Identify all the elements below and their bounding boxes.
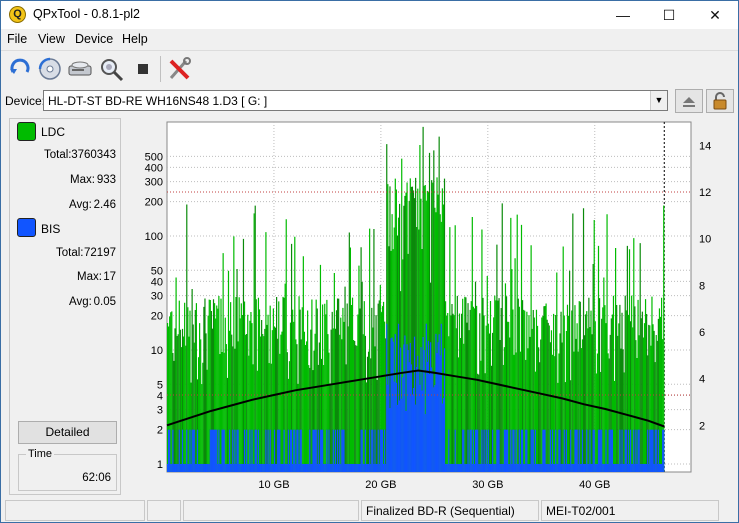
drive-icon[interactable] [66, 55, 94, 83]
ldc-total-label: Total: [44, 149, 72, 161]
y-left-tick-label: 400 [145, 162, 163, 174]
bis-avg-label: Avg: [69, 296, 92, 308]
media-id-status: MEI-T02/001 [541, 500, 719, 521]
ldc-max-label: Max: [70, 174, 95, 186]
y-left-tick-label: 200 [145, 197, 163, 209]
close-button[interactable]: ✕ [692, 1, 738, 29]
status-cell-3 [183, 500, 359, 521]
y-left-tick-label: 300 [145, 177, 163, 189]
time-value: 62:06 [82, 472, 111, 484]
legend-panel: LDC Total: 3760343 Max: 933 Avg: 2.46 BI… [9, 118, 121, 495]
y-left-tick-label: 40 [151, 276, 163, 288]
ldc-bis-chart: 123451020304050100200300400500 246810121… [145, 121, 711, 491]
y-right-tick-label: 6 [699, 327, 705, 339]
bis-label: BIS [41, 222, 61, 236]
disc-type-status: Finalized BD-R (Sequential) [361, 500, 539, 521]
y-left-tick-label: 50 [151, 265, 163, 277]
lock-icon [713, 92, 727, 110]
status-cell-1 [5, 500, 145, 521]
device-select[interactable]: HL-DT-ST BD-RE WH16NS48 1.D3 [ G: ] ▼ [43, 90, 668, 111]
y-left-tick-label: 1 [157, 459, 163, 471]
menu-view[interactable]: View [38, 32, 65, 46]
y-right-tick-label: 10 [699, 234, 711, 246]
y-left-tick-label: 500 [145, 151, 163, 163]
time-group: Time 62:06 [18, 448, 117, 491]
device-selected-value: HL-DT-ST BD-RE WH16NS48 1.D3 [ G: ] [48, 94, 268, 108]
y-right-tick-label: 12 [699, 187, 711, 199]
y-right-tick-label: 8 [699, 280, 705, 292]
y-left-tick-label: 3 [157, 405, 163, 417]
y-right-tick-label: 2 [699, 420, 705, 432]
bis-total-label: Total: [56, 247, 84, 259]
title-bar[interactable]: Q QPxTool - 0.8.1-pl2 — ☐ ✕ [1, 1, 738, 29]
app-window: Q QPxTool - 0.8.1-pl2 — ☐ ✕ File View De… [0, 0, 739, 523]
ldc-total: 3760343 [71, 149, 116, 161]
eject-button[interactable] [675, 89, 703, 113]
y-left-tick-label: 10 [151, 345, 163, 357]
menu-device[interactable]: Device [75, 32, 113, 46]
y-left-tick-label: 4 [157, 390, 163, 402]
ldc-label: LDC [41, 125, 66, 139]
y-left-tick-label: 30 [151, 291, 163, 303]
window-title: QPxTool - 0.8.1-pl2 [33, 7, 140, 21]
maximize-button[interactable]: ☐ [646, 1, 692, 29]
x-tick-label: 40 GB [579, 479, 610, 491]
refresh-icon[interactable] [6, 55, 34, 83]
x-tick-label: 20 GB [365, 479, 396, 491]
y-left-tick-label: 20 [151, 311, 163, 323]
bis-max: 17 [103, 271, 116, 283]
lock-button[interactable] [706, 89, 734, 113]
qpxtool-app-icon: Q [9, 6, 26, 23]
disc-scan-icon[interactable] [36, 55, 64, 83]
time-label: Time [26, 448, 55, 460]
bis-avg: 0.05 [93, 296, 116, 308]
menu-file[interactable]: File [7, 32, 27, 46]
device-row: Device: HL-DT-ST BD-RE WH16NS48 1.D3 [ G… [1, 89, 738, 113]
menu-bar: File View Device Help [1, 29, 738, 51]
chart-area: 1 2 3 4 5 10 20 30 40 50 100 200 300 400 500 2 4 6 8 10 12 1… [133, 118, 726, 495]
menu-help[interactable]: Help [122, 32, 148, 46]
ldc-color-swatch[interactable] [17, 122, 36, 141]
ldc-avg: 2.46 [93, 199, 116, 211]
bis-total: 72197 [84, 247, 116, 259]
bis-max-label: Max: [77, 271, 102, 283]
device-label: Device: [5, 94, 46, 108]
bis-color-swatch[interactable] [17, 218, 36, 237]
tools-icon[interactable] [166, 55, 194, 83]
toolbar [1, 52, 738, 86]
minimize-button[interactable]: — [600, 1, 646, 29]
eject-icon [683, 97, 695, 107]
x-tick-label: 10 GB [258, 479, 289, 491]
status-bar: Finalized BD-R (Sequential) MEI-T02/001 [1, 499, 738, 522]
status-cell-2 [147, 500, 181, 521]
y-left-tick-label: 5 [157, 379, 163, 391]
detailed-button[interactable]: Detailed [18, 421, 117, 444]
toolbar-separator [160, 56, 161, 82]
y-left-tick-label: 2 [157, 425, 163, 437]
chevron-down-icon[interactable]: ▼ [650, 91, 667, 110]
ldc-avg-label: Avg: [69, 199, 92, 211]
magnifier-icon[interactable] [97, 55, 125, 83]
x-tick-label: 30 GB [472, 479, 503, 491]
y-right-tick-label: 14 [699, 140, 711, 152]
y-right-tick-label: 4 [699, 374, 705, 386]
y-left-tick-label: 100 [145, 231, 163, 243]
stop-icon[interactable] [129, 55, 157, 83]
ldc-max: 933 [96, 174, 116, 186]
